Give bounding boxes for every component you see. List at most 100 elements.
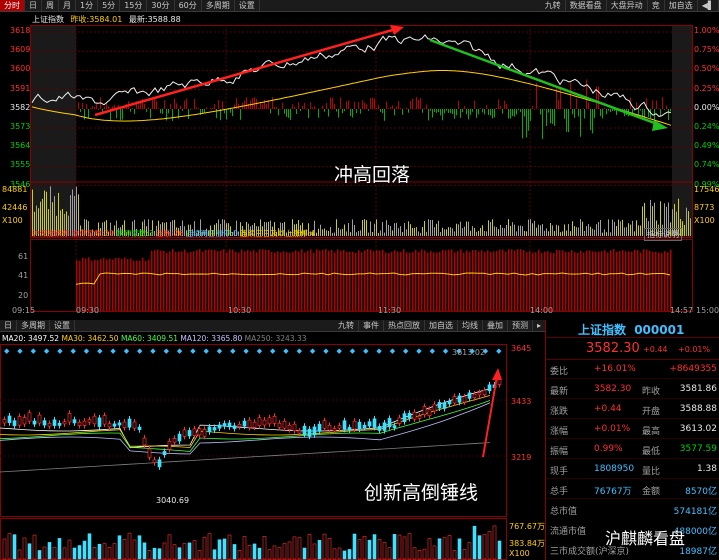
histogram-bar	[514, 109, 515, 117]
kline-volume-bar	[67, 539, 72, 560]
kline-volume-bar	[432, 545, 437, 560]
kline-volume-bar	[452, 550, 457, 560]
kline-axis-3: 3219	[511, 453, 532, 462]
volume-bar	[428, 219, 429, 236]
tab-1min[interactable]: 1分	[76, 0, 99, 11]
volume-bar	[452, 228, 453, 236]
volume-bar	[340, 229, 341, 236]
breadth-bar	[463, 252, 465, 311]
tab-settings[interactable]: 设置	[235, 0, 260, 11]
breadth-bar	[121, 259, 123, 311]
kline-jiuzhuan-button[interactable]: 九转	[334, 320, 359, 331]
histogram-bar	[284, 109, 285, 114]
kline-ma-button[interactable]: 均线	[458, 320, 483, 331]
kline-tab-settings[interactable]: 设置	[50, 320, 75, 331]
kline-replay-button[interactable]: 热点回放	[384, 320, 425, 331]
histogram-bar	[418, 99, 419, 109]
breadth-bar	[544, 251, 546, 311]
data-view-button[interactable]: 数据看盘	[566, 0, 607, 11]
limit-up-value: 29	[104, 229, 114, 238]
tab-5min[interactable]: 5分	[98, 0, 121, 11]
candlestick	[142, 437, 147, 446]
breadth-bar	[577, 252, 579, 311]
breadth-bar	[637, 250, 639, 311]
candlestick	[62, 421, 67, 425]
kline-chart: ◆ ◆ ◆ ◆ ◆ ◆ ◆ ◆ ◆ ◆ ◆ ◆ ◆ ◆ ◆ ◆ ◆ ◆ ◆ ◆ ◆ ◆ ◆ ◆ ◆ ◆ ◆ ◆ ◆ ◆ ◆ ◆ ◆ ◆ ◆ ◆ ◆ ◆	[0, 344, 507, 560]
histogram-bar	[216, 109, 217, 119]
add-watchlist-button[interactable]: 加自选	[665, 0, 698, 11]
event-diamond-icon: ◆	[443, 347, 449, 355]
breadth-bar	[481, 250, 483, 311]
volume-bar	[490, 222, 491, 236]
breadth-bar	[475, 250, 477, 311]
breadth-bar	[625, 251, 627, 311]
breadth-bar	[133, 260, 135, 311]
quote-value: +0.01%	[594, 424, 631, 434]
breadth-bar	[595, 251, 597, 311]
event-diamond-icon: ◆	[403, 347, 409, 355]
quote-label: 总手	[550, 487, 569, 497]
breadth-bar	[646, 249, 648, 311]
market-alert-button[interactable]: 大盘异动	[607, 0, 648, 11]
kline-volume-bar	[312, 543, 317, 560]
breadth-bar	[205, 249, 207, 311]
sound-icon[interactable]: ◀▌	[698, 0, 719, 11]
jiuzhuan-button[interactable]: 九转	[541, 0, 566, 11]
breadth-bar	[541, 252, 543, 311]
histogram-bar	[372, 97, 373, 109]
volume-bar	[518, 225, 519, 236]
candlestick	[382, 422, 387, 431]
breadth-bar	[523, 250, 525, 311]
kline-volume-bar	[277, 547, 282, 560]
tab-30min[interactable]: 30分	[147, 0, 175, 11]
tab-fenshi[interactable]: 分时	[0, 0, 25, 11]
volume-bar	[444, 229, 445, 236]
breadth-bar	[484, 252, 486, 311]
volume-bar	[478, 230, 479, 236]
candlestick	[37, 414, 42, 424]
histogram-bar	[86, 104, 87, 109]
volume-bar	[426, 231, 427, 236]
volume-bar	[456, 223, 457, 236]
histogram-bar	[112, 106, 113, 109]
event-diamond-icon: ◆	[337, 347, 343, 355]
candlestick	[352, 420, 357, 430]
histogram-bar	[516, 109, 517, 115]
candlestick	[257, 417, 262, 426]
histogram-bar	[326, 103, 327, 109]
candlestick	[27, 412, 32, 422]
tab-60min[interactable]: 60分	[175, 0, 202, 11]
tab-day[interactable]: 日	[25, 0, 42, 11]
breadth-bar	[307, 250, 309, 311]
kline-volume-bar	[382, 542, 387, 560]
kline-event-button[interactable]: 事件	[359, 320, 384, 331]
time-1500: 15:00	[696, 306, 719, 315]
breadth-bar	[229, 249, 231, 311]
kline-tab-day[interactable]: 日	[0, 320, 17, 331]
histogram-bar	[564, 109, 565, 119]
volume-bar	[442, 227, 443, 236]
tab-15min[interactable]: 15分	[120, 0, 148, 11]
auction-button[interactable]: 竞	[648, 0, 665, 11]
tab-week[interactable]: 周	[42, 0, 59, 11]
volume-bar	[342, 228, 343, 236]
kline-forecast-button[interactable]: 预测	[508, 320, 533, 331]
tab-multi-period[interactable]: 多周期	[202, 0, 235, 11]
volume-bar	[582, 221, 583, 236]
histogram-bar	[212, 107, 213, 109]
candlestick	[407, 412, 412, 419]
breadth-bar	[250, 251, 252, 311]
tab-month[interactable]: 月	[59, 0, 76, 11]
kline-add-watch-button[interactable]: 加自选	[425, 320, 458, 331]
histogram-bar	[540, 109, 541, 115]
breadth-bar	[301, 249, 303, 311]
breadth-bar	[340, 250, 342, 311]
histogram-bar	[174, 98, 175, 109]
candlestick	[277, 422, 282, 428]
kline-tab-multi[interactable]: 多周期	[17, 320, 50, 331]
kline-overlay-button[interactable]: 叠加	[483, 320, 508, 331]
breadth-menu-icon[interactable]: ▾▴	[672, 228, 680, 237]
kline-volume-bar	[227, 534, 232, 560]
histogram-bar	[202, 109, 203, 114]
candlestick	[242, 420, 247, 427]
